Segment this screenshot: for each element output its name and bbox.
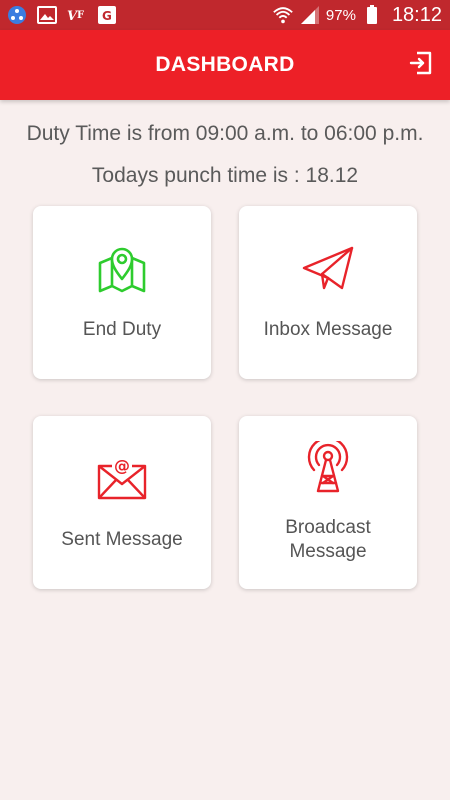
sent-message-card[interactable]: @ Sent Message: [33, 416, 211, 589]
notification-icons: V F G: [6, 4, 118, 26]
svg-text:G: G: [102, 9, 112, 23]
broadcast-message-card[interactable]: Broadcast Message: [239, 416, 417, 589]
battery-icon: [361, 4, 383, 26]
svg-text:@: @: [114, 456, 130, 475]
wifi-icon: [272, 4, 294, 26]
paper-plane-icon: [239, 242, 417, 296]
logout-button[interactable]: [406, 50, 436, 80]
signal-icon: [299, 4, 321, 26]
inbox-message-card[interactable]: Inbox Message: [239, 206, 417, 379]
end-duty-card[interactable]: End Duty: [33, 206, 211, 379]
broadcast-tower-icon: [239, 440, 417, 494]
status-bar: V F G 97% 18:12: [0, 0, 450, 30]
logout-icon: [408, 50, 434, 81]
email-at-icon: @: [33, 452, 211, 506]
gallery-icon: [36, 4, 58, 26]
battery-percent: 97%: [325, 6, 356, 24]
system-status: 97% 18:12: [272, 2, 442, 28]
vf-app-icon: V F: [66, 4, 88, 26]
map-pin-icon: [33, 242, 211, 296]
clock: 18:12: [391, 3, 442, 26]
app-bar: DASHBOARD: [0, 30, 450, 100]
svg-text:F: F: [77, 10, 84, 21]
share-app-icon: [6, 4, 28, 26]
card-label: Inbox Message: [263, 319, 393, 340]
card-label: Sent Message: [61, 529, 183, 550]
news-app-icon: G: [96, 4, 118, 26]
card-label: Broadcast Message: [285, 517, 371, 562]
punch-time-text: Todays punch time is : 18.12: [91, 164, 359, 187]
duty-time-text: Duty Time is from 09:00 a.m. to 06:00 p.…: [26, 122, 424, 145]
card-label: End Duty: [82, 319, 162, 340]
page-title: DASHBOARD: [155, 53, 295, 76]
